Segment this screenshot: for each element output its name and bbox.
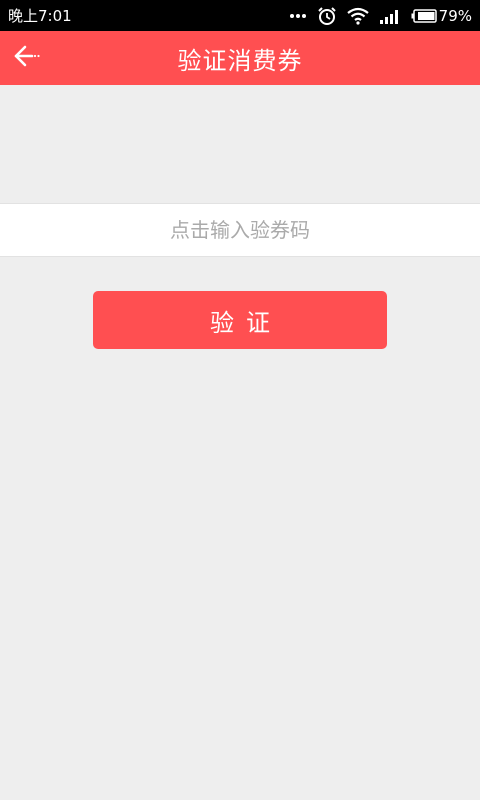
alarm-clock-icon	[317, 6, 337, 26]
battery-icon	[411, 8, 437, 23]
wifi-icon	[346, 7, 369, 25]
page-title: 验证消费券	[177, 46, 303, 75]
code-input-row	[0, 203, 480, 257]
voucher-code-input[interactable]	[0, 204, 480, 256]
battery-group: 79%	[411, 7, 472, 25]
status-right: 79%	[289, 6, 472, 26]
status-left: 晚上7:01	[8, 5, 72, 26]
more-dots-icon	[289, 13, 307, 19]
signal-bars-icon	[379, 8, 401, 24]
verify-button[interactable]: 验证	[93, 291, 387, 349]
back-button[interactable]	[12, 31, 58, 85]
app-header: 验证消费券	[0, 31, 480, 85]
status-bar: 晚上7:01 79%	[0, 0, 480, 31]
status-time: 晚上7:01	[8, 7, 72, 25]
battery-percent: 79%	[438, 6, 472, 25]
back-arrow-icon	[12, 44, 42, 72]
